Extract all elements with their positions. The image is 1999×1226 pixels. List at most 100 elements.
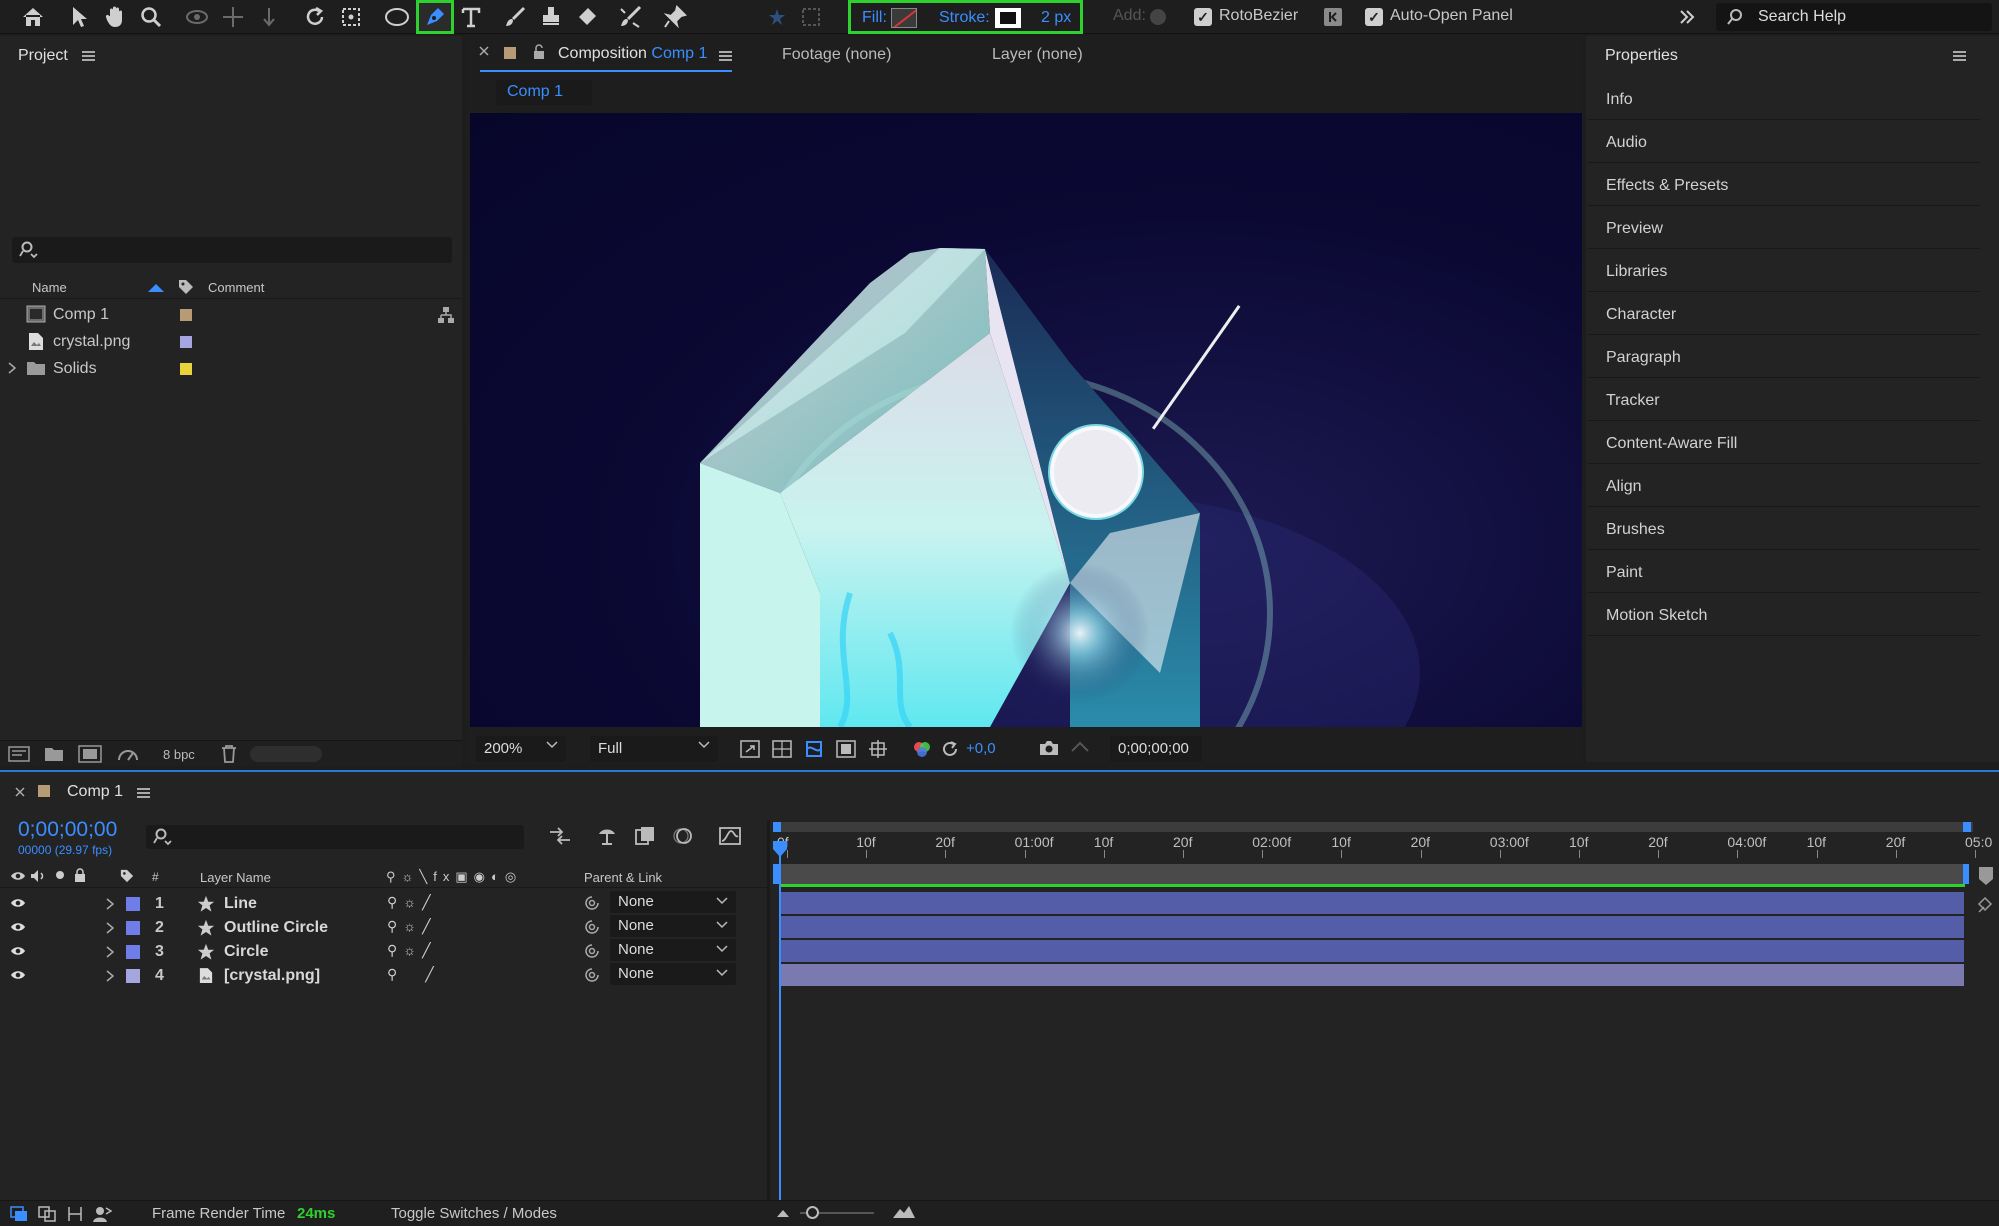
magnification-dropdown[interactable]: 200% — [476, 736, 566, 762]
layer-switches[interactable]: ⚲╱ — [387, 966, 462, 983]
label-color-swatch[interactable] — [180, 363, 192, 375]
home-icon[interactable] — [18, 2, 48, 32]
layer-duration-bar[interactable] — [780, 964, 1964, 986]
transfer-controls-toggle-icon[interactable] — [38, 1206, 56, 1222]
timeline-current-time[interactable]: 0;00;00;00 — [18, 818, 117, 842]
layer-switches-toggle-icon[interactable] — [10, 1206, 28, 1222]
timeline-search-input[interactable] — [146, 825, 524, 849]
layer-switches[interactable]: ⚲☼╱ — [387, 918, 437, 935]
ellipse-tool-icon[interactable] — [382, 2, 412, 32]
work-area-end[interactable] — [1963, 864, 1969, 884]
lock-icon[interactable] — [532, 44, 546, 60]
timeline-menu-icon[interactable] — [137, 788, 150, 798]
panel-item-align[interactable]: Align — [1588, 465, 1980, 507]
reset-exposure-icon[interactable] — [940, 739, 960, 759]
parent-dropdown[interactable]: None — [610, 939, 736, 961]
parent-dropdown[interactable]: None — [610, 891, 736, 913]
type-tool-icon[interactable] — [456, 2, 486, 32]
layer-label-color[interactable] — [126, 897, 140, 911]
show-snapshot-icon[interactable] — [1070, 739, 1090, 757]
new-composition-icon[interactable] — [78, 745, 102, 763]
layer-name[interactable]: [crystal.png] — [224, 967, 320, 985]
comment-column-header[interactable]: Comment — [208, 280, 264, 295]
grid-guides-icon[interactable] — [868, 739, 888, 759]
graph-editor-icon[interactable] — [718, 826, 742, 846]
layer-row[interactable]: 3 Circle ⚲☼╱ None — [0, 939, 770, 963]
composition-tab[interactable]: Composition Comp 1 — [558, 45, 707, 63]
rotation-tool-icon[interactable] — [300, 2, 330, 32]
navigator-end-handle[interactable] — [1963, 822, 1971, 832]
label-color-swatch[interactable] — [180, 336, 192, 348]
motion-blur-icon[interactable] — [672, 826, 694, 846]
toggle-switches-modes-button[interactable]: Toggle Switches / Modes — [391, 1205, 557, 1222]
in-out-toggle-icon[interactable] — [66, 1206, 84, 1222]
eraser-tool-icon[interactable] — [572, 2, 602, 32]
parent-dropdown[interactable]: None — [610, 963, 736, 985]
anchor-point-tool-icon[interactable] — [336, 2, 366, 32]
fast-previews-icon[interactable] — [740, 740, 760, 758]
layer-name[interactable]: Circle — [224, 943, 268, 961]
eye-icon[interactable] — [10, 945, 26, 957]
layer-switches[interactable]: ⚲☼╱ — [387, 894, 437, 911]
panel-item-motion-sketch[interactable]: Motion Sketch — [1588, 594, 1980, 636]
pan-camera-icon[interactable] — [218, 2, 248, 32]
project-search-input[interactable] — [12, 237, 452, 263]
panel-item-paint[interactable]: Paint — [1588, 551, 1980, 593]
project-panel-title[interactable]: Project — [18, 47, 68, 65]
workspace-overflow-icon[interactable] — [1676, 6, 1698, 28]
panel-item-audio[interactable]: Audio — [1588, 121, 1980, 163]
transparency-grid-icon[interactable] — [772, 740, 792, 758]
zoom-in-mountain-icon[interactable] — [892, 1205, 916, 1219]
stroke-swatch[interactable] — [995, 8, 1021, 28]
layer-name-column-header[interactable]: Layer Name — [200, 870, 271, 885]
flowchart-icon[interactable] — [437, 306, 455, 324]
fill-label[interactable]: Fill: — [862, 9, 887, 27]
composition-viewer[interactable] — [470, 113, 1582, 727]
panel-item-brushes[interactable]: Brushes — [1588, 508, 1980, 550]
puppet-pin-tool-icon[interactable] — [660, 2, 690, 32]
panel-toggle-icon[interactable] — [1322, 6, 1344, 28]
work-area-bar[interactable] — [773, 864, 1969, 884]
parent-dropdown[interactable]: None — [610, 915, 736, 937]
properties-menu-icon[interactable] — [1953, 51, 1966, 61]
parent-link-column-header[interactable]: Parent & Link — [584, 870, 662, 885]
composition-menu-icon[interactable] — [719, 51, 732, 61]
layer-duration-bar[interactable] — [780, 892, 1964, 914]
layer-name[interactable]: Line — [224, 895, 257, 913]
thumbnail-size-slider[interactable] — [250, 746, 322, 762]
zoom-tool-icon[interactable] — [136, 2, 166, 32]
local-axis-icon[interactable] — [762, 2, 792, 32]
brush-tool-icon[interactable] — [500, 2, 530, 32]
channels-icon[interactable] — [912, 739, 932, 759]
trash-icon[interactable] — [220, 744, 238, 763]
pick-whip-icon[interactable] — [584, 919, 600, 935]
name-column-header[interactable]: Name — [32, 280, 67, 295]
panel-item-content-aware-fill[interactable]: Content-Aware Fill — [1588, 422, 1980, 464]
interpret-footage-icon[interactable] — [8, 746, 30, 762]
panel-item-preview[interactable]: Preview — [1588, 207, 1980, 249]
close-tab-icon[interactable] — [14, 786, 26, 798]
eye-icon[interactable] — [10, 969, 26, 981]
layer-tab[interactable]: Layer (none) — [992, 46, 1083, 64]
footage-tab[interactable]: Footage (none) — [782, 46, 891, 64]
panel-item-character[interactable]: Character — [1588, 293, 1980, 335]
current-time-display[interactable]: 0;00;00;00 — [1110, 736, 1202, 762]
pin-marker-icon[interactable] — [1976, 896, 1994, 914]
label-tag-icon[interactable] — [178, 279, 194, 295]
pen-tool-icon[interactable] — [416, 0, 454, 34]
properties-panel-title[interactable]: Properties — [1605, 47, 1678, 65]
solo-header-icon[interactable] — [56, 871, 64, 879]
timeline-comp-tab[interactable]: Comp 1 — [67, 783, 123, 801]
layer-label-color[interactable] — [126, 945, 140, 959]
layer-label-color[interactable] — [126, 921, 140, 935]
hand-tool-icon[interactable] — [100, 2, 130, 32]
add-options-icon[interactable] — [1150, 9, 1166, 25]
shy-layers-icon[interactable] — [596, 826, 618, 846]
panel-item-libraries[interactable]: Libraries — [1588, 250, 1980, 292]
label-color-swatch[interactable] — [180, 309, 192, 321]
comp-breadcrumb-tab[interactable]: Comp 1 — [496, 80, 592, 105]
search-help-field[interactable]: Search Help — [1716, 3, 1992, 31]
sort-ascending-icon[interactable] — [148, 284, 164, 292]
chevron-right-icon[interactable] — [106, 946, 114, 958]
time-ruler[interactable]: 0f10f20f01:00f10f20f02:00f10f20f03:00f10… — [773, 832, 1992, 860]
